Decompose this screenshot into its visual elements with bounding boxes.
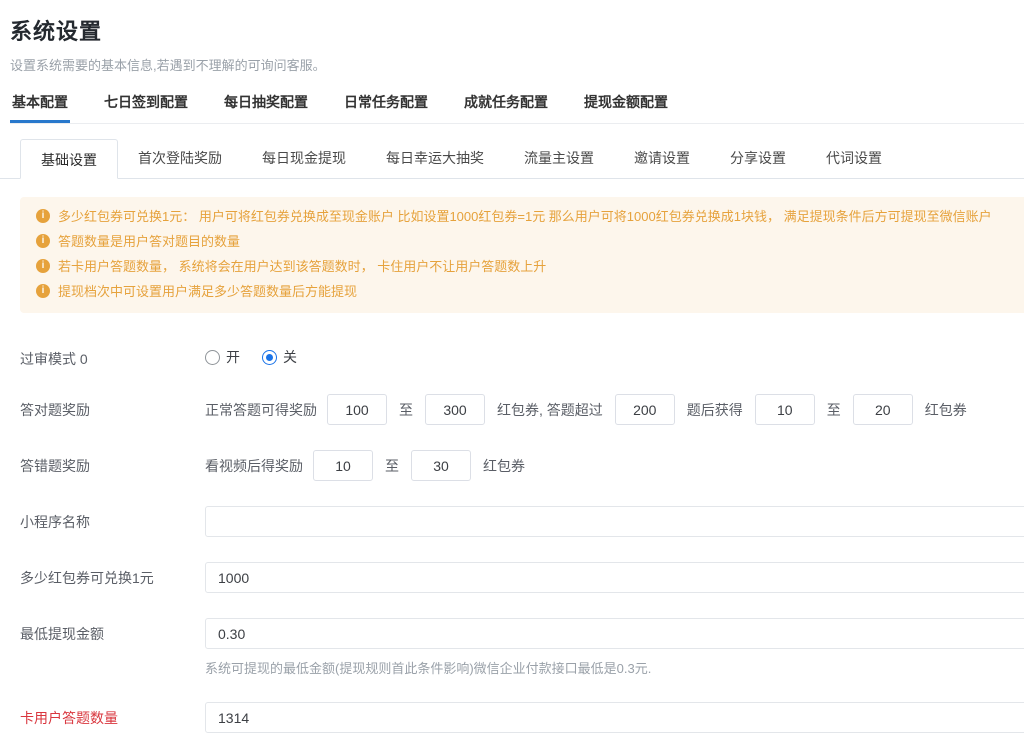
block-count-input[interactable]: [205, 702, 1024, 733]
tab-daily-task-config[interactable]: 日常任务配置: [342, 92, 430, 123]
segment-text: 至: [399, 400, 413, 420]
page-subtitle: 设置系统需要的基本信息,若遇到不理解的可询问客服。: [10, 55, 1024, 74]
primary-tab-bar: 基本配置 七日签到配置 每日抽奖配置 日常任务配置 成就任务配置 提现金额配置: [10, 92, 1024, 124]
segment-text: 红包券: [925, 400, 967, 420]
notice-line: 若卡用户答题数量， 系统将会在用户达到该答题数时， 卡住用户不让用户答题数上升: [36, 254, 1014, 279]
notice-text: 答题数量是用户答对题目的数量: [58, 229, 240, 254]
tab-basic-config[interactable]: 基本配置: [10, 92, 70, 123]
field-label: 小程序名称: [20, 506, 205, 532]
segment-text: 至: [385, 456, 399, 476]
segment-text: 看视频后得奖励: [205, 456, 303, 476]
tab-invite-settings[interactable]: 邀请设置: [614, 138, 710, 178]
correct-reward-min-input[interactable]: [327, 394, 387, 425]
field-hint: 系统可提现的最低金额(提现规则首此条件影响)微信企业付款接口最低是0.3元.: [205, 658, 1024, 677]
coupon-rate-input[interactable]: [205, 562, 1024, 593]
segment-text: 正常答题可得奖励: [205, 400, 317, 420]
row-coupon-rate: 多少红包券可兑换1元: [20, 562, 1024, 593]
question-threshold-input[interactable]: [615, 394, 675, 425]
page-header: 系统设置 设置系统需要的基本信息,若遇到不理解的可询问客服。 基本配置 七日签到…: [0, 0, 1024, 124]
correct-reward-max-input[interactable]: [425, 394, 485, 425]
row-app-name: 小程序名称: [20, 506, 1024, 537]
notice-line: 多少红包券可兑换1元： 用户可将红包券兑换成至现金账户 比如设置1000红包券=…: [36, 204, 1014, 229]
review-mode-radio-group: 开 关: [205, 343, 1024, 367]
notice-line: 提现档次中可设置用户满足多少答题数量后方能提现: [36, 279, 1014, 304]
settings-form: 过审模式 0 开 关 答对题奖励: [20, 343, 1024, 739]
row-min-withdraw: 最低提现金额 系统可提现的最低金额(提现规则首此条件影响)微信企业付款接口最低是…: [20, 618, 1024, 677]
page-title: 系统设置: [10, 14, 1024, 46]
content-card: 基础设置 首次登陆奖励 每日现金提现 每日幸运大抽奖 流量主设置 邀请设置 分享…: [0, 124, 1024, 739]
row-review-mode: 过审模式 0 开 关: [20, 343, 1024, 369]
settings-page: 系统设置 设置系统需要的基本信息,若遇到不理解的可询问客服。 基本配置 七日签到…: [0, 0, 1024, 739]
segment-text: 至: [827, 400, 841, 420]
info-icon: [36, 209, 50, 223]
notice-box: 多少红包券可兑换1元： 用户可将红包券兑换成至现金账户 比如设置1000红包券=…: [20, 197, 1024, 313]
radio-label: 开: [226, 347, 240, 367]
radio-circle-icon[interactable]: [205, 350, 220, 365]
tab-first-login-reward[interactable]: 首次登陆奖励: [118, 138, 242, 178]
radio-circle-checked-icon[interactable]: [262, 350, 277, 365]
field-label: 答对题奖励: [20, 394, 205, 420]
field-label: 答错题奖励: [20, 450, 205, 476]
after-threshold-min-input[interactable]: [755, 394, 815, 425]
field-label: 过审模式 0: [20, 343, 205, 369]
notice-text: 提现档次中可设置用户满足多少答题数量后方能提现: [58, 279, 357, 304]
radio-review-on[interactable]: 开: [205, 347, 240, 367]
row-correct-reward: 答对题奖励 正常答题可得奖励 至 红包券, 答题超过 题后获得 至 红包券: [20, 394, 1024, 425]
segment-text: 红包券, 答题超过: [497, 400, 603, 420]
secondary-tab-bar: 基础设置 首次登陆奖励 每日现金提现 每日幸运大抽奖 流量主设置 邀请设置 分享…: [0, 138, 1024, 179]
wrong-reward-max-input[interactable]: [411, 450, 471, 481]
wrong-reward-min-input[interactable]: [313, 450, 373, 481]
tab-traffic-owner-settings[interactable]: 流量主设置: [504, 138, 614, 178]
tab-daily-cash-withdraw[interactable]: 每日现金提现: [242, 138, 366, 178]
tab-seven-day-signin-config[interactable]: 七日签到配置: [102, 92, 190, 123]
info-icon: [36, 259, 50, 273]
info-icon: [36, 234, 50, 248]
after-threshold-max-input[interactable]: [853, 394, 913, 425]
segment-text: 题后获得: [687, 400, 743, 420]
row-block-count: 卡用户答题数量 填写数量，0为不卡用户答题数量: [20, 702, 1024, 739]
segment-text: 红包券: [483, 456, 525, 476]
tab-daily-lucky-draw[interactable]: 每日幸运大抽奖: [366, 138, 504, 178]
app-name-input[interactable]: [205, 506, 1024, 537]
notice-text: 若卡用户答题数量， 系统将会在用户达到该答题数时， 卡住用户不让用户答题数上升: [58, 254, 546, 279]
tab-daily-lottery-config[interactable]: 每日抽奖配置: [222, 92, 310, 123]
field-label: 多少红包券可兑换1元: [20, 562, 205, 588]
notice-text: 多少红包券可兑换1元： 用户可将红包券兑换成至现金账户 比如设置1000红包券=…: [58, 204, 992, 229]
min-withdraw-input[interactable]: [205, 618, 1024, 649]
radio-review-off[interactable]: 关: [262, 347, 297, 367]
tab-withdraw-amount-config[interactable]: 提现金额配置: [582, 92, 670, 123]
field-label: 最低提现金额: [20, 618, 205, 644]
field-label: 卡用户答题数量: [20, 702, 205, 728]
tab-achievement-task-config[interactable]: 成就任务配置: [462, 92, 550, 123]
tab-share-settings[interactable]: 分享设置: [710, 138, 806, 178]
tab-keyword-settings[interactable]: 代词设置: [806, 138, 902, 178]
tab-basic-settings[interactable]: 基础设置: [20, 139, 118, 179]
radio-label: 关: [283, 347, 297, 367]
info-icon: [36, 284, 50, 298]
row-wrong-reward: 答错题奖励 看视频后得奖励 至 红包券: [20, 450, 1024, 481]
notice-line: 答题数量是用户答对题目的数量: [36, 229, 1014, 254]
